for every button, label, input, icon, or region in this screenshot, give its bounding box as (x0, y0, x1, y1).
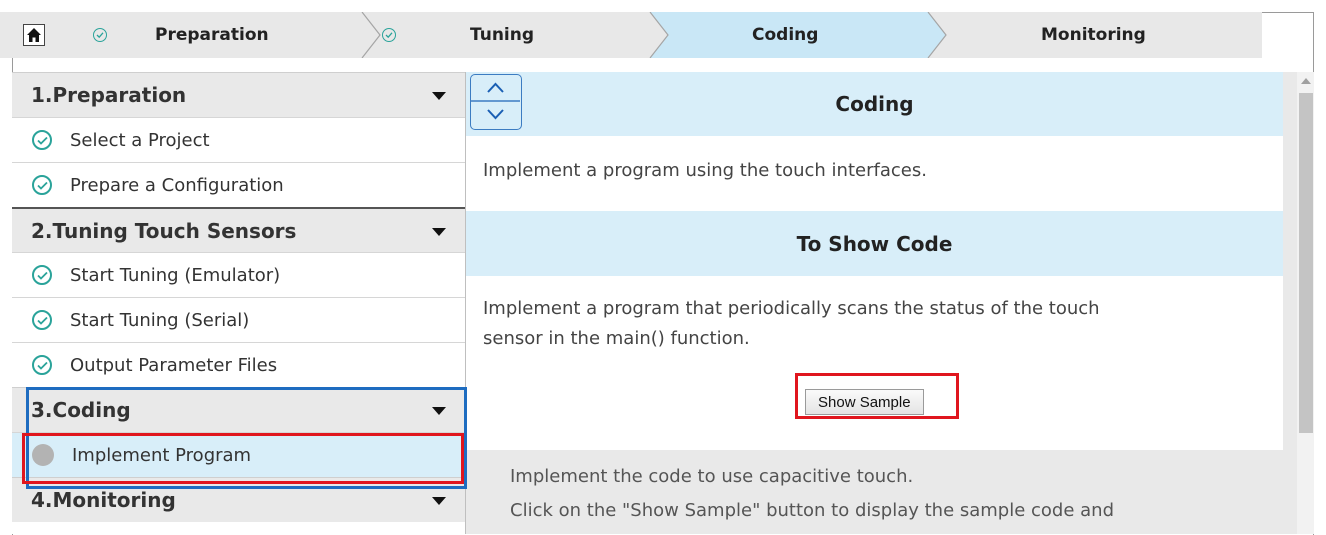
show-sample-button[interactable]: Show Sample (805, 389, 924, 415)
sidebar-section-label: 1.Preparation (31, 83, 187, 107)
sidebar-section-monitoring[interactable]: 4.Monitoring (12, 477, 465, 522)
sidebar-section-label: 2.Tuning Touch Sensors (31, 218, 297, 243)
check-circle-icon (32, 310, 52, 330)
pending-status-icon (32, 444, 54, 466)
sidebar: 1.Preparation Select a Project Prepare a… (12, 72, 466, 534)
scrollbar-thumb[interactable] (1299, 93, 1313, 433)
sidebar-item-label: Start Tuning (Emulator) (70, 264, 281, 286)
sidebar-item-label: Select a Project (70, 129, 210, 151)
sidebar-section-label: 4.Monitoring (31, 488, 176, 512)
caret-down-icon (432, 92, 446, 100)
sidebar-item-start-tuning-emulator[interactable]: Start Tuning (Emulator) (12, 252, 465, 297)
caret-down-icon (432, 407, 446, 415)
step-preparation[interactable]: Preparation (93, 12, 269, 58)
step-coding[interactable]: Coding (752, 12, 818, 58)
sidebar-item-implement-program[interactable]: Implement Program (12, 432, 465, 477)
home-button[interactable] (23, 24, 45, 46)
check-circle-icon (32, 130, 52, 150)
scroll-up-arrow-icon[interactable] (1301, 78, 1311, 84)
step-monitoring-label: Monitoring (1041, 25, 1146, 45)
caret-down-icon (432, 497, 446, 505)
sidebar-section-tuning[interactable]: 2.Tuning Touch Sensors (12, 207, 465, 252)
footer-line-2: Click on the "Show Sample" button to dis… (510, 500, 1115, 521)
show-code-desc-line2: sensor in the main() function. (483, 328, 750, 349)
sidebar-section-label: 3.Coding (31, 398, 131, 422)
coding-header: Coding (466, 72, 1283, 136)
coding-description: Implement a program using the touch inte… (483, 160, 927, 181)
coding-title: Coding (835, 92, 914, 116)
sidebar-item-start-tuning-serial[interactable]: Start Tuning (Serial) (12, 297, 465, 342)
collapse-expand-toggle[interactable] (470, 74, 522, 130)
step-tuning-label: Tuning (470, 25, 535, 45)
caret-down-icon (432, 228, 446, 236)
sidebar-item-output-parameter-files[interactable]: Output Parameter Files (12, 342, 465, 387)
sidebar-section-preparation[interactable]: 1.Preparation (12, 72, 465, 117)
check-circle-icon (32, 175, 52, 195)
check-circle-icon (32, 355, 52, 375)
show-code-header: To Show Code (466, 211, 1283, 276)
home-icon (27, 28, 41, 42)
step-separator (361, 12, 381, 58)
sidebar-item-label: Prepare a Configuration (70, 174, 284, 196)
sidebar-item-label: Implement Program (72, 444, 252, 466)
step-monitoring[interactable]: Monitoring (1041, 12, 1146, 58)
sidebar-item-prepare-configuration[interactable]: Prepare a Configuration (12, 162, 465, 207)
coding-body: Implement a program using the touch inte… (466, 136, 1283, 211)
footer-line-1: Implement the code to use capacitive tou… (510, 466, 914, 487)
chevron-up-down-icon (471, 82, 520, 120)
sidebar-item-label: Start Tuning (Serial) (70, 309, 250, 331)
sidebar-item-label: Output Parameter Files (70, 354, 278, 376)
step-tuning[interactable]: Tuning (382, 12, 534, 58)
show-code-body: Implement a program that periodically sc… (466, 276, 1283, 450)
footer-text: Implement the code to use capacitive tou… (510, 460, 1114, 528)
step-coding-label: Coding (752, 25, 819, 45)
show-code-title: To Show Code (796, 231, 953, 256)
check-circle-icon (93, 28, 107, 42)
check-circle-icon (32, 265, 52, 285)
show-code-desc-line1: Implement a program that periodically sc… (483, 298, 1100, 319)
main-content: Coding Implement a program using the tou… (466, 72, 1298, 534)
check-circle-icon (382, 28, 396, 42)
sidebar-section-coding[interactable]: 3.Coding (12, 387, 465, 432)
step-preparation-label: Preparation (155, 25, 269, 45)
sidebar-item-select-project[interactable]: Select a Project (12, 117, 465, 162)
